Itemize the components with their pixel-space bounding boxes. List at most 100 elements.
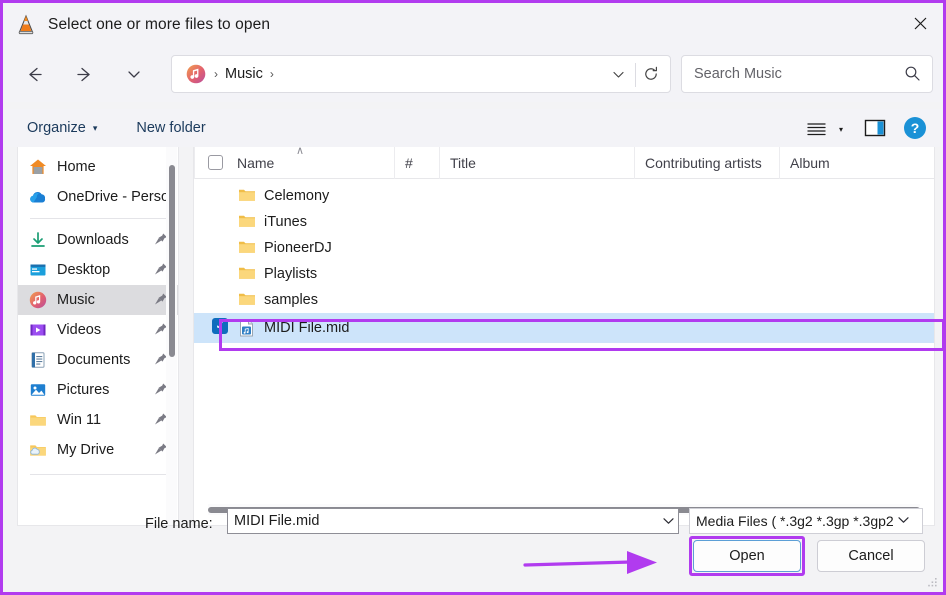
organize-label: Organize [27, 120, 86, 136]
preview-pane-icon[interactable] [862, 117, 888, 139]
cancel-button[interactable]: Cancel [817, 540, 925, 572]
view-list-icon[interactable] [801, 117, 831, 141]
file-name-chevron-down-icon[interactable] [658, 508, 678, 534]
documents-icon [28, 350, 48, 370]
select-all-checkbox[interactable] [208, 155, 223, 170]
sidebar-label: Downloads [57, 232, 129, 248]
column-header-name[interactable]: Name [194, 146, 394, 179]
new-folder-button[interactable]: New folder [130, 116, 211, 140]
close-icon[interactable] [897, 3, 943, 43]
back-button[interactable] [17, 58, 51, 90]
file-name: samples [264, 292, 318, 308]
column-headers: ∧ Name # Title Contributing artists Albu… [194, 145, 934, 179]
sidebar-item-pictures[interactable]: Pictures [18, 375, 178, 405]
file-name: PioneerDJ [264, 240, 332, 256]
resize-grip[interactable] [925, 576, 938, 589]
file-name-input[interactable] [227, 508, 679, 534]
folder-icon [238, 239, 256, 256]
midi-file-icon [238, 319, 256, 337]
file-rows: Celemony iTunes PioneerDJ Playlists samp… [194, 179, 934, 343]
sidebar-label: Desktop [57, 262, 111, 278]
column-header-contributing-artists[interactable]: Contributing artists [634, 146, 779, 179]
search-icon[interactable] [904, 65, 921, 87]
column-header-track-number[interactable]: # [394, 146, 439, 179]
sidebar-item-onedrive[interactable]: OneDrive - Persor [18, 182, 178, 212]
organize-button[interactable]: Organize ▾ [21, 116, 103, 140]
file-name: MIDI File.mid [264, 320, 350, 336]
sidebar-label: Documents [57, 352, 131, 368]
sidebar-label: My Drive [57, 442, 115, 458]
window-title: Select one or more files to open [48, 15, 271, 33]
forward-button[interactable] [67, 58, 101, 90]
navigation-sidebar: Home OneDrive - Persor Downloads Desktop… [17, 147, 179, 526]
sidebar-item-documents[interactable]: Documents [18, 345, 178, 375]
desktop-icon [28, 260, 48, 280]
sidebar-item-desktop[interactable]: Desktop [18, 255, 178, 285]
table-row[interactable]: iTunes [194, 209, 934, 235]
dialog-body: Home OneDrive - Persor Downloads Desktop… [3, 145, 943, 534]
file-type-value: Media Files ( *.3g2 *.3gp *.3gp2 [696, 513, 894, 529]
file-name: Celemony [264, 188, 330, 204]
table-row[interactable]: ✓ MIDI File.mid [194, 313, 934, 343]
chevron-down-icon [898, 516, 909, 527]
help-button[interactable]: ? [904, 117, 926, 139]
sidebar-divider-bottom [30, 474, 166, 475]
music-folder-icon [185, 63, 207, 85]
sidebar-item-music[interactable]: Music [18, 285, 178, 315]
file-open-dialog: Select one or more files to open › Music… [0, 0, 946, 595]
search-box[interactable] [681, 55, 933, 93]
table-row[interactable]: PioneerDJ [194, 235, 934, 261]
sidebar-label: Pictures [57, 382, 110, 398]
file-name: iTunes [264, 214, 307, 230]
home-icon [28, 157, 48, 177]
title-bar: Select one or more files to open [3, 3, 943, 46]
breadcrumb-separator-trailing[interactable]: › [270, 67, 274, 81]
sidebar-item-videos[interactable]: Videos [18, 315, 178, 345]
sidebar-label: Home [57, 159, 96, 175]
row-checkbox[interactable]: ✓ [212, 318, 228, 334]
breadcrumb-music[interactable]: Music [225, 66, 263, 82]
folder-icon [238, 213, 256, 230]
downloads-icon [28, 230, 48, 250]
chevron-down-icon: ▾ [92, 122, 98, 133]
refresh-icon[interactable] [634, 56, 668, 92]
sidebar-label: Videos [57, 322, 102, 338]
folder-cloud-icon [28, 440, 48, 460]
sidebar-label: Music [57, 292, 95, 308]
sidebar-item-win-11[interactable]: Win 11 [18, 405, 178, 435]
sidebar-scrollbar[interactable] [166, 147, 177, 525]
address-bar[interactable]: › Music › [171, 55, 671, 93]
file-name-label: File name: [145, 516, 213, 532]
view-chevron-down-icon[interactable]: ▾ [832, 117, 850, 141]
sidebar-label: Win 11 [57, 412, 102, 428]
sidebar-item-home[interactable]: Home [18, 152, 178, 182]
sidebar-label: OneDrive - Persor [57, 189, 174, 205]
file-type-dropdown[interactable]: Media Files ( *.3g2 *.3gp *.3gp2 [689, 508, 923, 534]
file-name: Playlists [264, 266, 318, 282]
file-list-pane: ∧ Name # Title Contributing artists Albu… [193, 145, 935, 526]
sidebar-item-my-drive[interactable]: My Drive [18, 435, 178, 465]
address-chevron-down-icon[interactable] [602, 56, 634, 92]
breadcrumb-separator: › [214, 67, 218, 81]
column-header-title[interactable]: Title [439, 146, 634, 179]
pictures-icon [28, 380, 48, 400]
sidebar-item-downloads[interactable]: Downloads [18, 225, 178, 255]
open-button[interactable]: Open [693, 540, 801, 572]
table-row[interactable]: Playlists [194, 261, 934, 287]
folder-icon [28, 410, 48, 430]
sort-ascending-icon: ∧ [296, 145, 305, 157]
vlc-cone-icon [15, 14, 37, 36]
table-row[interactable]: Celemony [194, 183, 934, 209]
column-header-album[interactable]: Album [779, 146, 914, 179]
sidebar-scrollbar-thumb[interactable] [169, 165, 175, 357]
table-row[interactable]: samples [194, 287, 934, 313]
dialog-footer: File name: Media Files ( *.3g2 *.3gp *.3… [3, 508, 943, 592]
videos-icon [28, 320, 48, 340]
search-input[interactable] [694, 66, 889, 82]
recent-locations-chevron-down-icon[interactable] [117, 58, 151, 90]
folder-icon [238, 187, 256, 204]
music-icon [28, 290, 48, 310]
command-bar: Organize ▾ New folder ▾ ? [3, 109, 943, 147]
folder-icon [238, 265, 256, 282]
folder-icon [238, 291, 256, 308]
